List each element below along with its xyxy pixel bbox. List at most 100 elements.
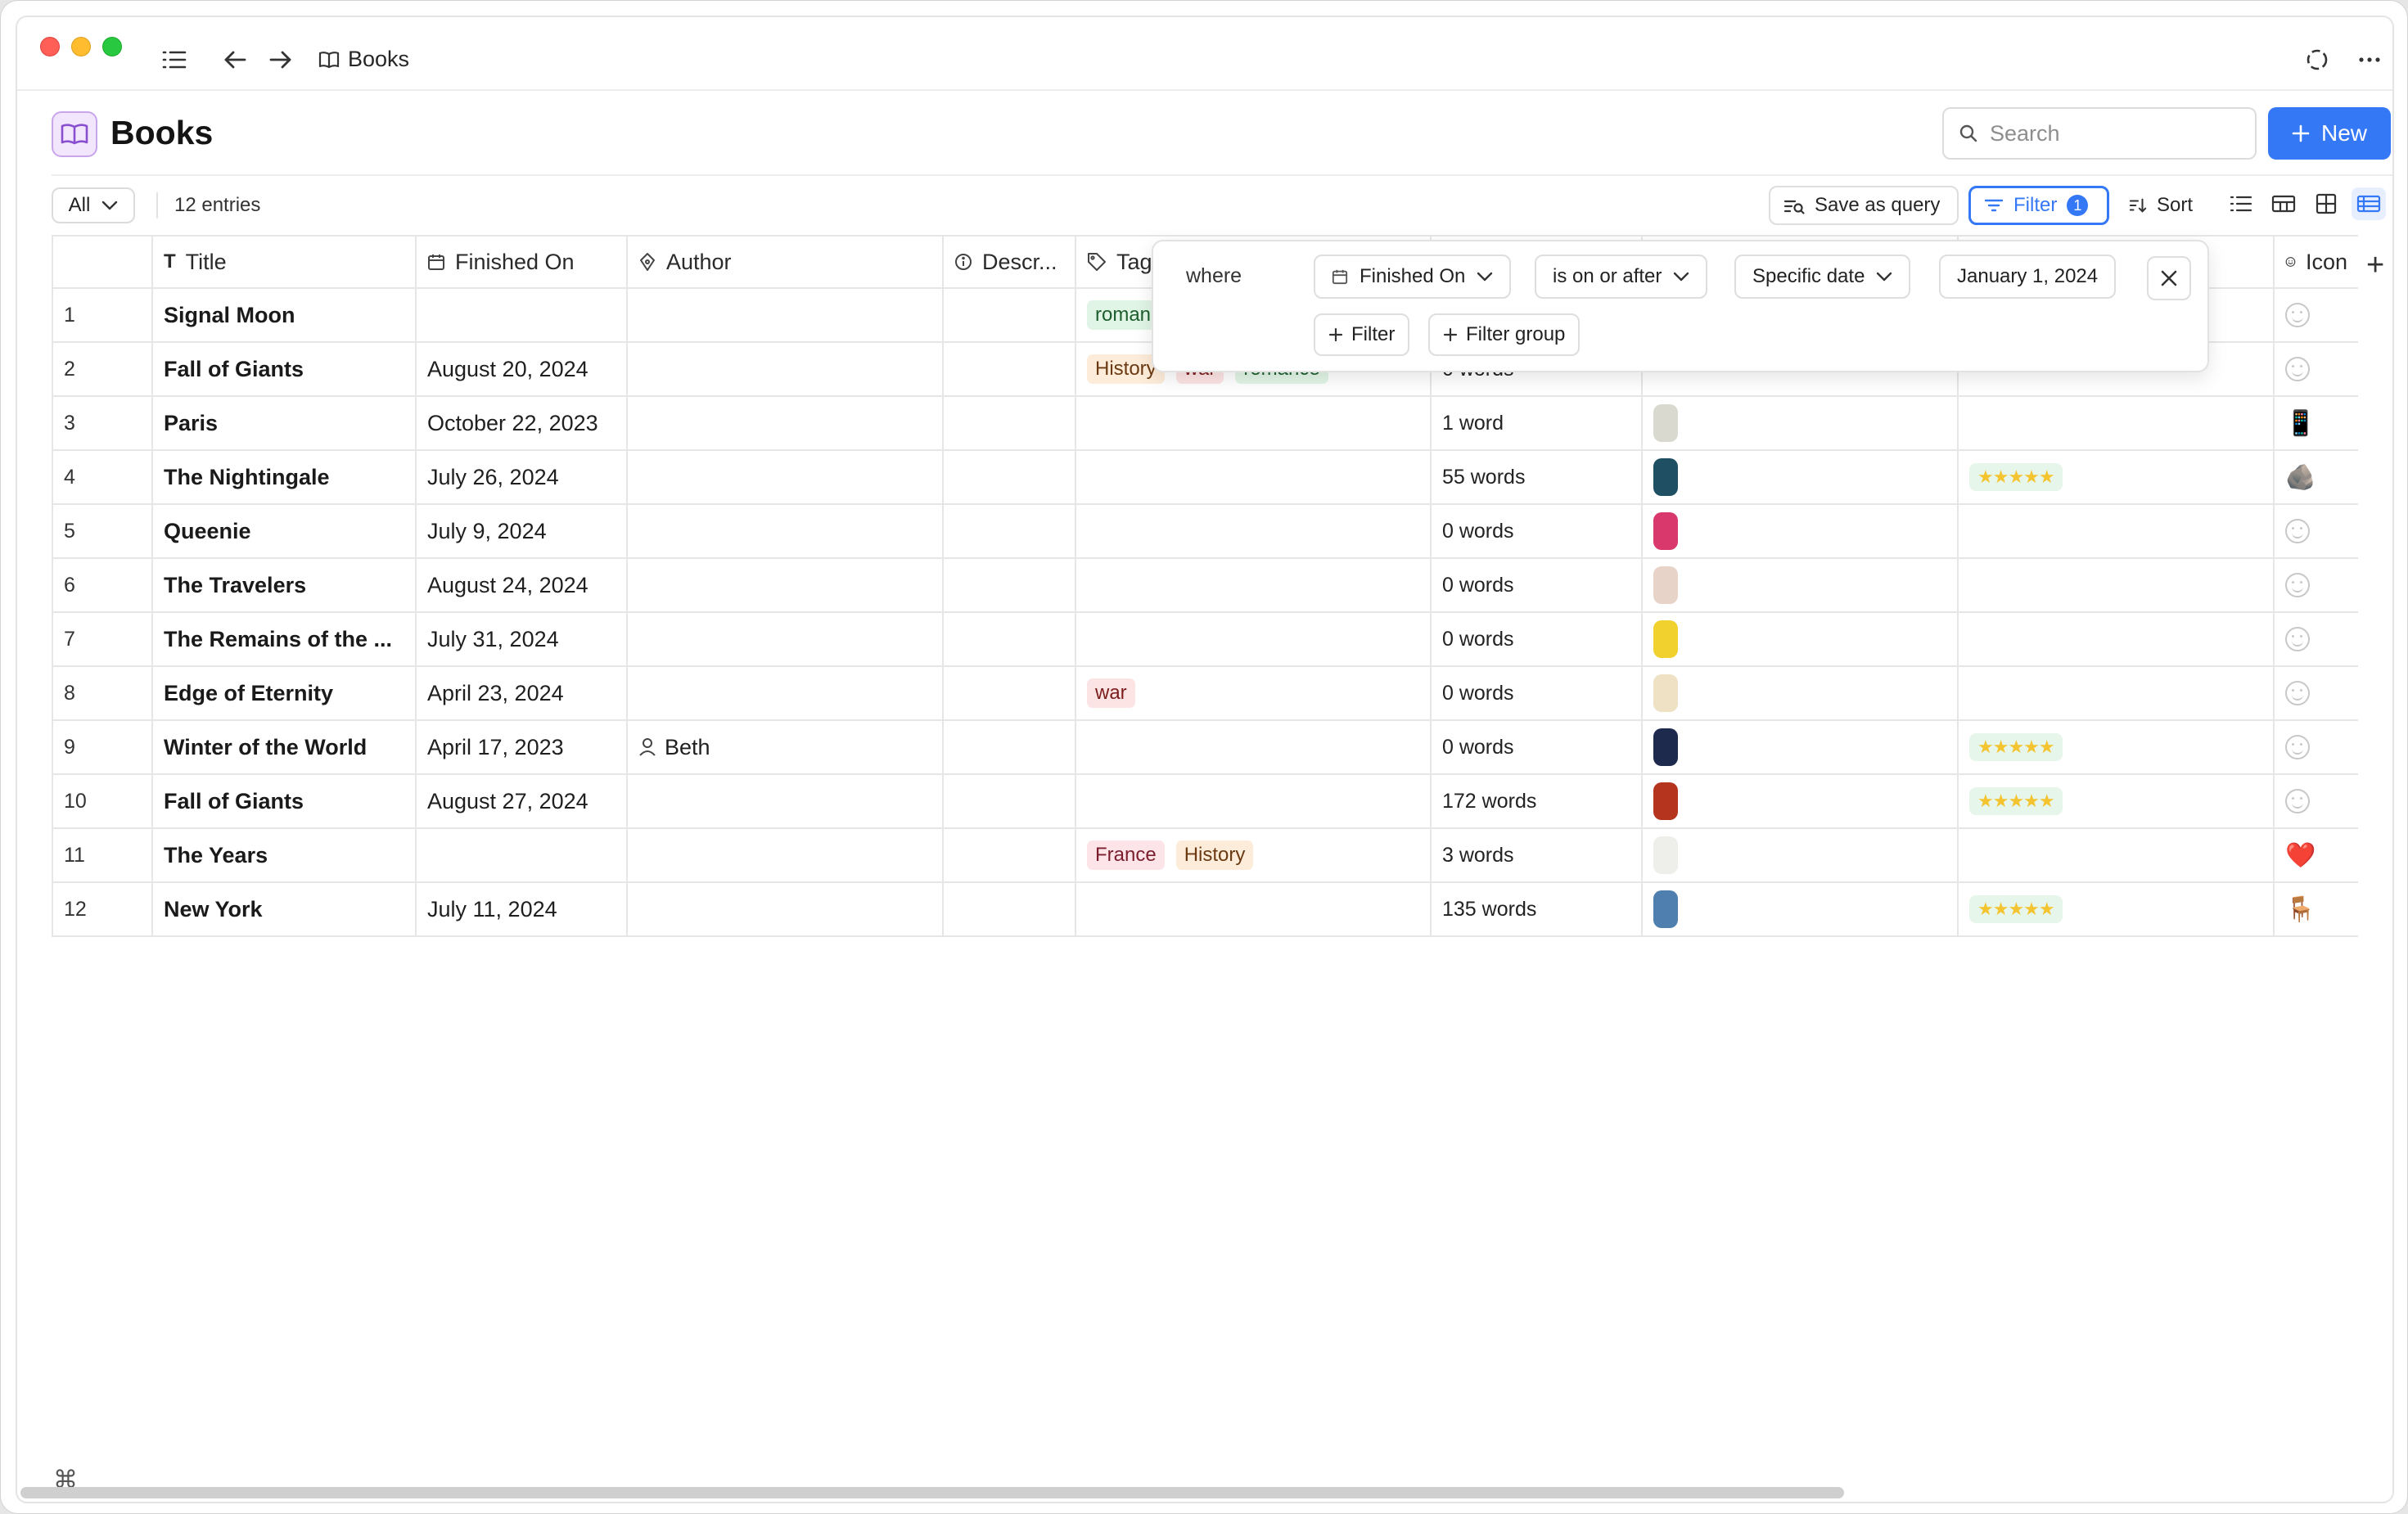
- rating-cell[interactable]: ★★★★★: [1959, 451, 2275, 503]
- table-row[interactable]: 6 The Travelers August 24, 2024 0 words: [52, 559, 2358, 613]
- sidebar-list-icon[interactable]: [160, 45, 189, 74]
- sort-button[interactable]: Sort: [2116, 186, 2206, 225]
- finished-on-cell[interactable]: August 24, 2024: [417, 559, 628, 611]
- icon-cell[interactable]: ❤️: [2275, 829, 2358, 881]
- filter-button[interactable]: Filter 1: [1968, 186, 2109, 225]
- column-header-icon[interactable]: Icon: [2275, 237, 2358, 287]
- author-cell[interactable]: Beth: [628, 721, 944, 773]
- author-cell[interactable]: [628, 613, 944, 665]
- title-cell[interactable]: New York: [153, 883, 417, 935]
- author-cell[interactable]: [628, 397, 944, 449]
- book-cover-image[interactable]: [1653, 836, 1678, 874]
- icon-cell[interactable]: [2275, 559, 2358, 611]
- add-filter-group-button[interactable]: Filter group: [1428, 313, 1581, 356]
- filter-date-value[interactable]: January 1, 2024: [1939, 255, 2117, 299]
- author-cell[interactable]: [628, 883, 944, 935]
- sync-icon[interactable]: [2302, 45, 2332, 74]
- table-row[interactable]: 8 Edge of Eternity April 23, 2024 war 0 word…: [52, 667, 2358, 721]
- column-header-index[interactable]: [52, 237, 153, 287]
- author-cell[interactable]: [628, 559, 944, 611]
- finished-on-cell[interactable]: [417, 289, 628, 341]
- icon-cell[interactable]: [2275, 667, 2358, 719]
- icon-cell[interactable]: [2275, 613, 2358, 665]
- back-arrow-icon[interactable]: [220, 45, 250, 74]
- empty-smile-icon[interactable]: [2285, 573, 2310, 597]
- list-view-icon[interactable]: [2224, 187, 2258, 220]
- table-row[interactable]: 12 New York July 11, 2024 135 words ★★★★★ 🪑: [52, 883, 2358, 937]
- board-view-icon[interactable]: [2266, 187, 2301, 220]
- search-input[interactable]: [1990, 120, 2235, 146]
- tags-cell[interactable]: [1076, 451, 1432, 503]
- finished-on-cell[interactable]: July 31, 2024: [417, 613, 628, 665]
- title-cell[interactable]: Fall of Giants: [153, 343, 417, 395]
- book-cover-image[interactable]: [1653, 782, 1678, 820]
- cover-cell[interactable]: [1643, 667, 1959, 719]
- zoom-window-button[interactable]: [102, 37, 122, 56]
- column-header-title[interactable]: T Title: [153, 237, 417, 287]
- book-cover-image[interactable]: [1653, 890, 1678, 928]
- rating-cell[interactable]: [1959, 559, 2275, 611]
- book-cover-image[interactable]: [1653, 404, 1678, 442]
- title-cell[interactable]: Edge of Eternity: [153, 667, 417, 719]
- description-cell[interactable]: [944, 397, 1076, 449]
- cover-cell[interactable]: [1643, 721, 1959, 773]
- finished-on-cell[interactable]: August 27, 2024: [417, 775, 628, 827]
- filter-field-select[interactable]: Finished On: [1314, 255, 1512, 299]
- description-cell[interactable]: [944, 505, 1076, 557]
- empty-smile-icon[interactable]: [2285, 519, 2310, 543]
- author-cell[interactable]: [628, 451, 944, 503]
- book-cover-image[interactable]: [1653, 620, 1678, 658]
- tags-cell[interactable]: [1076, 613, 1432, 665]
- description-cell[interactable]: [944, 559, 1076, 611]
- table-row[interactable]: 3 Paris October 22, 2023 1 word 📱: [52, 397, 2358, 451]
- empty-smile-icon[interactable]: [2285, 789, 2310, 813]
- tags-cell[interactable]: [1076, 775, 1432, 827]
- author-cell[interactable]: [628, 289, 944, 341]
- table-row[interactable]: 5 Queenie July 9, 2024 0 words: [52, 505, 2358, 559]
- empty-smile-icon[interactable]: [2285, 681, 2310, 705]
- table-view-icon[interactable]: [2352, 187, 2386, 220]
- title-cell[interactable]: The Years: [153, 829, 417, 881]
- icon-cell[interactable]: [2275, 505, 2358, 557]
- rating-cell[interactable]: [1959, 667, 2275, 719]
- tags-cell[interactable]: [1076, 397, 1432, 449]
- finished-on-cell[interactable]: [417, 829, 628, 881]
- description-cell[interactable]: [944, 775, 1076, 827]
- rating-cell[interactable]: [1959, 613, 2275, 665]
- minimize-window-button[interactable]: [71, 37, 91, 56]
- emoji-icon[interactable]: 🪨: [2285, 463, 2316, 492]
- table-row[interactable]: 9 Winter of the World April 17, 2023 Beth 0 …: [52, 721, 2358, 775]
- finished-on-cell[interactable]: August 20, 2024: [417, 343, 628, 395]
- description-cell[interactable]: [944, 667, 1076, 719]
- table-row[interactable]: 7 The Remains of the ... July 31, 2024 0 wo…: [52, 613, 2358, 667]
- emoji-icon[interactable]: 🪑: [2285, 895, 2316, 924]
- cover-cell[interactable]: [1643, 505, 1959, 557]
- title-cell[interactable]: Fall of Giants: [153, 775, 417, 827]
- book-cover-image[interactable]: [1653, 458, 1678, 496]
- finished-on-cell[interactable]: July 11, 2024: [417, 883, 628, 935]
- tags-cell[interactable]: [1076, 505, 1432, 557]
- book-cover-image[interactable]: [1653, 512, 1678, 550]
- description-cell[interactable]: [944, 721, 1076, 773]
- finished-on-cell[interactable]: October 22, 2023: [417, 397, 628, 449]
- author-cell[interactable]: [628, 829, 944, 881]
- add-filter-button[interactable]: Filter: [1314, 313, 1410, 356]
- cover-cell[interactable]: [1643, 829, 1959, 881]
- finished-on-cell[interactable]: April 17, 2023: [417, 721, 628, 773]
- cover-cell[interactable]: [1643, 613, 1959, 665]
- rating-cell[interactable]: [1959, 397, 2275, 449]
- horizontal-scrollbar[interactable]: [20, 1487, 1844, 1498]
- empty-smile-icon[interactable]: [2285, 303, 2310, 327]
- description-cell[interactable]: [944, 883, 1076, 935]
- empty-smile-icon[interactable]: [2285, 735, 2310, 759]
- cover-cell[interactable]: [1643, 451, 1959, 503]
- column-header-author[interactable]: Author: [628, 237, 944, 287]
- column-header-description[interactable]: Descr...: [944, 237, 1076, 287]
- emoji-icon[interactable]: ❤️: [2285, 841, 2316, 870]
- rating-cell[interactable]: ★★★★★: [1959, 883, 2275, 935]
- remove-filter-button[interactable]: [2147, 256, 2191, 300]
- rating-cell[interactable]: ★★★★★: [1959, 721, 2275, 773]
- book-cover-image[interactable]: [1653, 728, 1678, 766]
- filter-operator-select[interactable]: is on or after: [1535, 255, 1708, 299]
- emoji-icon[interactable]: 📱: [2285, 409, 2316, 438]
